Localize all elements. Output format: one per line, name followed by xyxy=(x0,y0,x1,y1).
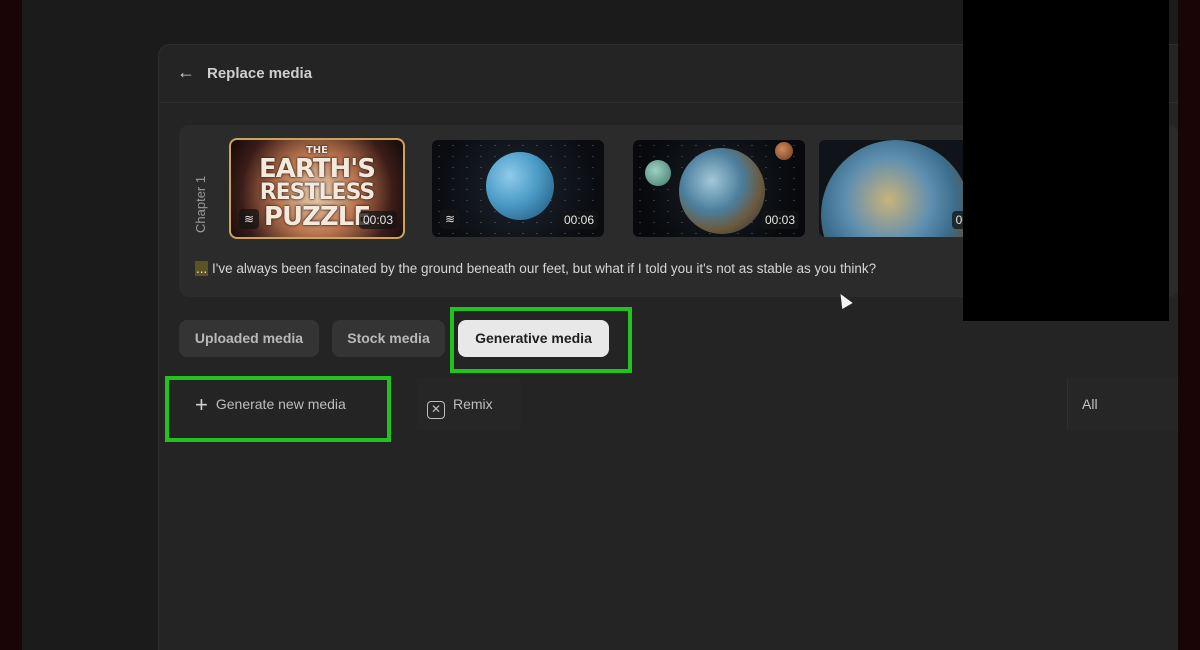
thumbnail-duration: 00:03 xyxy=(358,211,397,229)
remix-button[interactable]: ✕ Remix xyxy=(417,378,521,430)
layers-icon[interactable]: ≋ xyxy=(440,209,460,229)
planet-image xyxy=(821,140,971,237)
caption-text: I've always been fascinated by the groun… xyxy=(208,261,877,276)
redacted-overlay xyxy=(963,0,1169,321)
tab-stock-media[interactable]: Stock media xyxy=(332,320,445,357)
planet-image xyxy=(775,142,793,160)
media-thumbnail-3[interactable]: 00:03 xyxy=(633,140,805,237)
thumbnail-duration: 00:06 xyxy=(559,211,598,229)
layers-icon[interactable]: ≋ xyxy=(239,209,259,229)
page-title: Replace media xyxy=(207,65,313,82)
chapter-label: Chapter 1 xyxy=(193,175,208,233)
media-thumbnail-2[interactable]: ≋ 00:06 xyxy=(432,140,604,237)
highlight-generate-button xyxy=(165,376,391,442)
planet-image xyxy=(645,160,671,186)
chapter-caption: ... I've always been fascinated by the g… xyxy=(195,261,876,276)
frame-left xyxy=(0,0,22,650)
highlight-generative-tab xyxy=(450,307,632,373)
media-thumbnail-1[interactable]: THE EARTH'S RESTLESS PUZZLE ≋ 00:03 xyxy=(229,138,405,239)
planet-image xyxy=(486,152,554,220)
thumbnail-duration: 00:03 xyxy=(760,211,799,229)
remix-icon: ✕ xyxy=(427,401,445,419)
arrow-left-icon[interactable]: ← xyxy=(177,63,195,81)
frame-right xyxy=(1178,0,1200,650)
remix-label: Remix xyxy=(453,396,493,412)
media-thumbnail-4[interactable]: 00 xyxy=(819,140,979,237)
planet-image xyxy=(679,148,765,234)
tab-uploaded-media[interactable]: Uploaded media xyxy=(179,320,319,357)
caption-ellipsis: ... xyxy=(195,261,209,276)
media-filter-select[interactable]: All xyxy=(1067,378,1178,430)
